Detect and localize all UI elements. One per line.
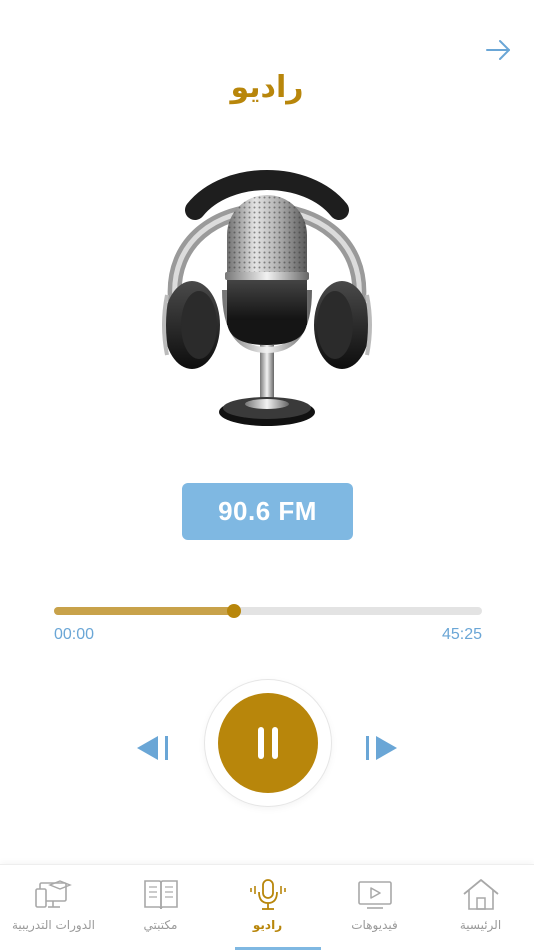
- station-frequency: 90.6 FM: [182, 483, 353, 540]
- microphone-icon: [249, 879, 286, 910]
- radio-microphone-illustration: [162, 170, 372, 426]
- progress-thumb[interactable]: [226, 604, 241, 618]
- next-button[interactable]: [362, 733, 400, 763]
- bottom-tab-bar: الدورات التدريبية مكتبتي راديو فيديوهات …: [0, 864, 534, 950]
- skip-next-icon: [366, 736, 397, 760]
- progress-fill: [54, 607, 234, 615]
- tab-library-label: مكتبتي: [143, 918, 178, 932]
- book-icon: [143, 880, 178, 910]
- tab-home-label: الرئيسية: [459, 918, 502, 932]
- tab-home[interactable]: الرئيسية: [427, 865, 534, 950]
- tab-courses[interactable]: الدورات التدريبية: [0, 865, 107, 950]
- tab-courses-label: الدورات التدريبية: [11, 918, 96, 932]
- tab-radio[interactable]: راديو: [214, 865, 321, 950]
- home-icon: [462, 879, 499, 910]
- skip-previous-icon: [137, 736, 168, 760]
- tab-videos[interactable]: فيديوهات: [321, 865, 428, 950]
- previous-button[interactable]: [134, 733, 172, 763]
- tab-library[interactable]: مكتبتي: [107, 865, 214, 950]
- progress-slider[interactable]: [54, 604, 482, 618]
- arrow-right-icon: [486, 40, 510, 60]
- radio-screen: راديو 90.6 FM 00:00 45:25 الدورات التدري…: [0, 0, 534, 950]
- total-duration: 45:25: [441, 626, 482, 643]
- pause-icon: [258, 727, 278, 759]
- pause-button[interactable]: [218, 693, 318, 793]
- courses-icon: [34, 880, 72, 908]
- elapsed-time: 00:00: [54, 626, 95, 643]
- video-icon: [357, 881, 392, 909]
- tab-radio-label: راديو: [252, 918, 283, 932]
- tab-videos-label: فيديوهات: [351, 918, 398, 932]
- page-title: راديو: [230, 70, 304, 105]
- back-button[interactable]: [482, 34, 514, 66]
